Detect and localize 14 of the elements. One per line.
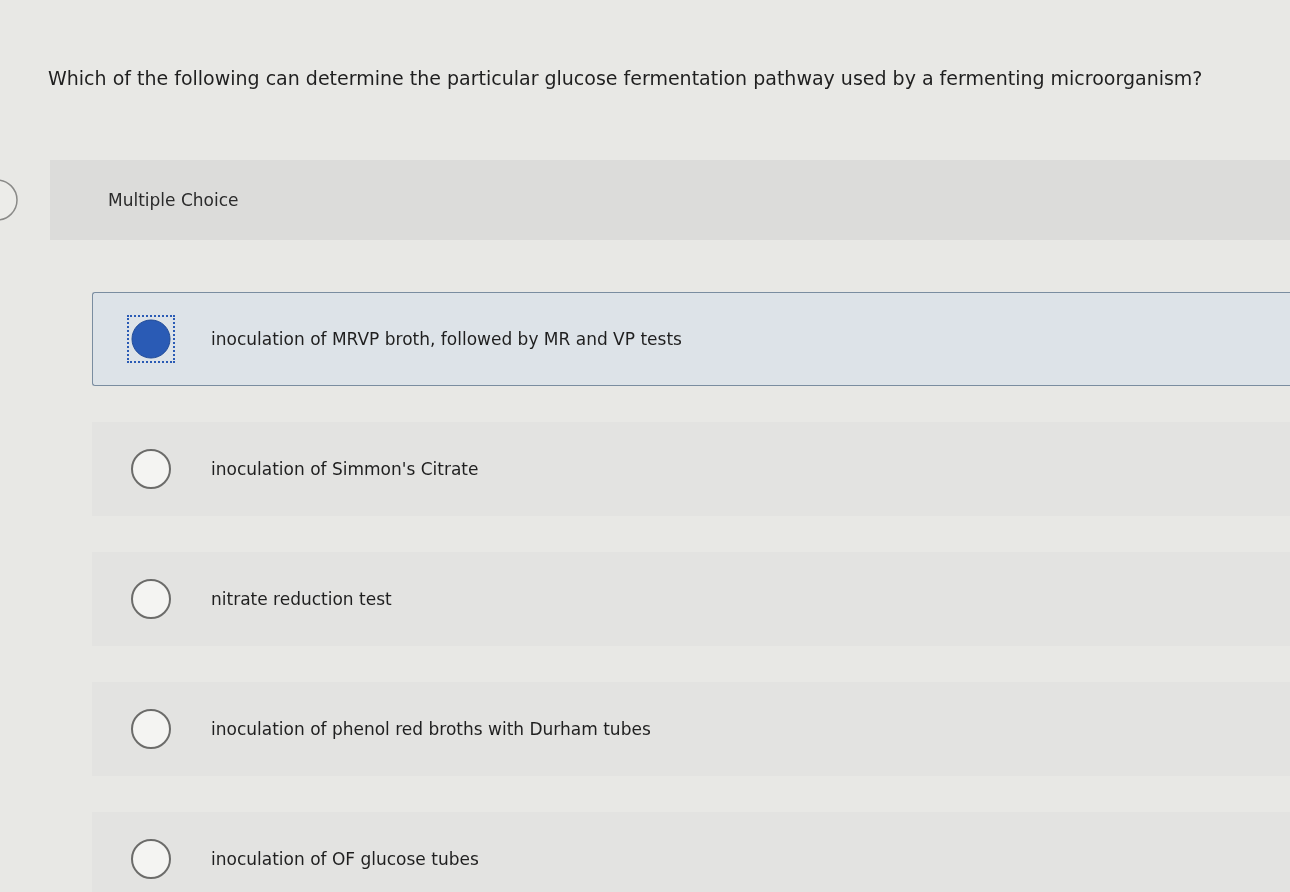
answer-option[interactable]: inoculation of OF glucose tubes <box>92 812 1290 892</box>
answer-option[interactable]: inoculation of Simmon's Citrate <box>92 422 1290 516</box>
answer-option[interactable]: inoculation of MRVP broth, followed by MR and VP tests <box>92 292 1290 386</box>
option-text: nitrate reduction test <box>211 589 392 609</box>
round-button-edge[interactable] <box>0 178 18 222</box>
option-text: inoculation of MRVP broth, followed by MR and VP tests <box>211 329 682 349</box>
answer-option[interactable]: nitrate reduction test <box>92 552 1290 646</box>
option-text: inoculation of Simmon's Citrate <box>211 459 479 479</box>
question-text: Which of the following can determine the particular glucose fermentation pathway used by a fermenting microorganism? <box>48 66 1203 90</box>
radio-button[interactable] <box>127 315 175 363</box>
option-text: inoculation of OF glucose tubes <box>211 849 479 869</box>
answer-option[interactable]: inoculation of phenol red broths with Durham tubes <box>92 682 1290 776</box>
question-type-label: Multiple Choice <box>108 190 239 210</box>
option-text: inoculation of phenol red broths with Durham tubes <box>211 719 651 739</box>
